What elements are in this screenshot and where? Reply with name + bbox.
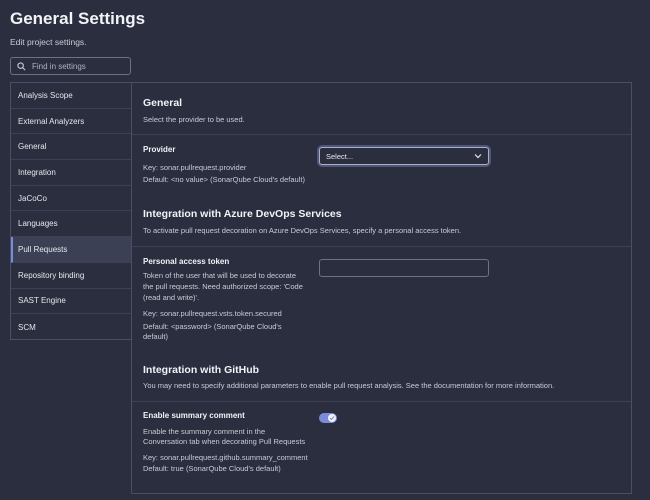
section-desc-general: Select the provider to be used. — [143, 115, 245, 124]
sidebar-item-integration[interactable]: Integration — [11, 160, 132, 186]
search-box[interactable] — [10, 57, 131, 75]
sidebar-item-scm[interactable]: SCM — [11, 314, 132, 340]
summary-key: Key: sonar.pullrequest.github.summary_co… — [143, 453, 308, 462]
page-subtitle: Edit project settings. — [10, 37, 87, 47]
sidebar-item-external-analyzers[interactable]: External Analyzers — [11, 109, 132, 135]
provider-default: Default: <no value> (SonarQube Cloud's d… — [143, 175, 305, 184]
sidebar-item-sast-engine[interactable]: SAST Engine — [11, 289, 132, 315]
section-title-azure: Integration with Azure DevOps Services — [143, 208, 342, 220]
summary-default: Default: true (SonarQube Cloud's default… — [143, 464, 281, 473]
divider — [132, 246, 631, 247]
section-desc-azure: To activate pull request decoration on A… — [143, 226, 462, 235]
chevron-down-icon — [474, 152, 482, 161]
sidebar-item-repository-binding[interactable]: Repository binding — [11, 263, 132, 289]
token-default-line-2: default) — [143, 332, 169, 341]
summary-help-line-2: Conversation tab when decorating Pull Re… — [143, 437, 306, 446]
provider-key: Key: sonar.pullrequest.provider — [143, 163, 247, 172]
divider — [132, 401, 631, 402]
provider-select-value: Select... — [326, 151, 354, 161]
token-help-line-3: (read and write)'. — [143, 293, 200, 302]
section-title-general: General — [143, 97, 183, 109]
search-icon — [17, 61, 26, 71]
search-input[interactable] — [32, 61, 127, 71]
token-help-line-2: the pull requests. Need authorized scope… — [143, 282, 303, 291]
token-key: Key: sonar.pullrequest.vsts.token.secure… — [143, 309, 282, 318]
page-title: General Settings — [10, 9, 146, 28]
summary-comment-toggle[interactable] — [319, 413, 337, 423]
sidebar: Analysis Scope External Analyzers Genera… — [10, 82, 132, 340]
divider — [132, 134, 631, 135]
section-desc-github: You may need to specify additional param… — [143, 381, 555, 390]
provider-label: Provider — [143, 145, 176, 154]
sidebar-item-jacoco[interactable]: JaCoCo — [11, 186, 132, 212]
settings-panel: General Select the provider to be used. … — [131, 82, 632, 494]
token-input[interactable] — [319, 259, 489, 277]
token-label: Personal access token — [143, 257, 230, 266]
provider-select[interactable]: Select... — [319, 147, 489, 165]
token-help-line-1: Token of the user that will be used to d… — [143, 271, 297, 280]
sidebar-item-general[interactable]: General — [11, 134, 132, 161]
sidebar-item-pull-requests[interactable]: Pull Requests — [11, 237, 132, 263]
section-title-github: Integration with GitHub — [143, 364, 260, 376]
check-icon — [328, 414, 336, 422]
sidebar-item-languages[interactable]: Languages — [11, 211, 132, 238]
sidebar-item-analysis-scope[interactable]: Analysis Scope — [11, 83, 132, 109]
summary-label: Enable summary comment — [143, 411, 245, 420]
